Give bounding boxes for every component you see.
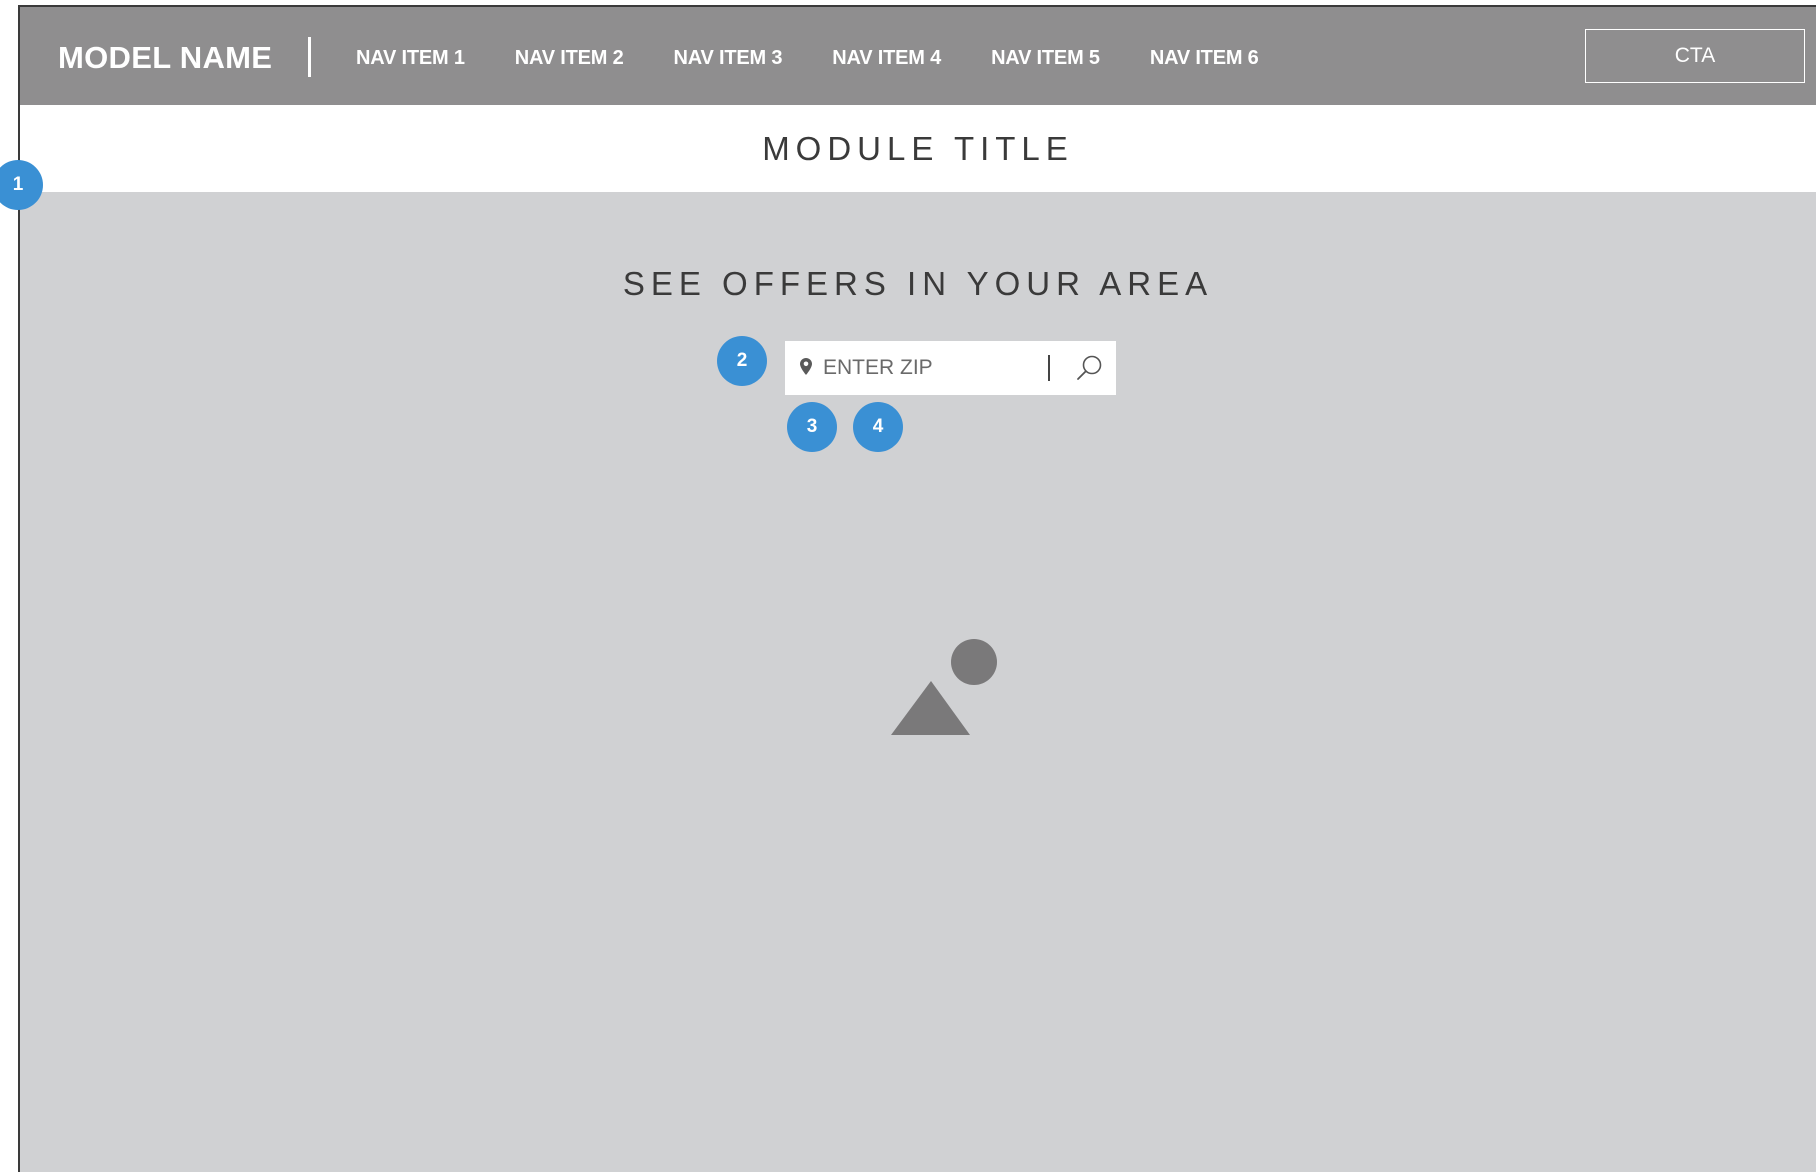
nav-item-6[interactable]: NAV ITEM 6 bbox=[1150, 45, 1259, 71]
page-frame: MODEL NAME NAV ITEM 1 NAV ITEM 2 NAV ITE… bbox=[18, 5, 1816, 1172]
annotation-marker-2: 2 bbox=[717, 336, 767, 386]
brand-divider bbox=[308, 37, 311, 77]
annotation-marker-4: 4 bbox=[853, 402, 903, 452]
location-pin-icon bbox=[799, 357, 813, 381]
module-title: MODULE TITLE bbox=[762, 130, 1074, 167]
nav-item-3[interactable]: NAV ITEM 3 bbox=[674, 45, 783, 71]
cta-button[interactable]: CTA bbox=[1585, 29, 1805, 83]
brand-model-name[interactable]: MODEL NAME bbox=[58, 39, 272, 77]
image-placeholder-icon bbox=[891, 638, 999, 746]
top-navbar: MODEL NAME NAV ITEM 1 NAV ITEM 2 NAV ITE… bbox=[20, 7, 1816, 105]
nav-item-1[interactable]: NAV ITEM 1 bbox=[356, 45, 465, 71]
nav-item-5[interactable]: NAV ITEM 5 bbox=[991, 45, 1100, 71]
zip-search-box bbox=[785, 341, 1116, 395]
annotation-marker-3: 3 bbox=[787, 402, 837, 452]
nav-item-4[interactable]: NAV ITEM 4 bbox=[832, 45, 941, 71]
zip-input[interactable] bbox=[823, 353, 1023, 383]
nav-items: NAV ITEM 1 NAV ITEM 2 NAV ITEM 3 NAV ITE… bbox=[356, 45, 1309, 71]
offers-hero: SEE OFFERS IN YOUR AREA bbox=[20, 192, 1816, 1172]
nav-item-2[interactable]: NAV ITEM 2 bbox=[515, 45, 624, 71]
offers-heading: SEE OFFERS IN YOUR AREA bbox=[622, 265, 1214, 302]
search-icon[interactable] bbox=[1075, 353, 1105, 388]
text-caret bbox=[1048, 355, 1050, 381]
